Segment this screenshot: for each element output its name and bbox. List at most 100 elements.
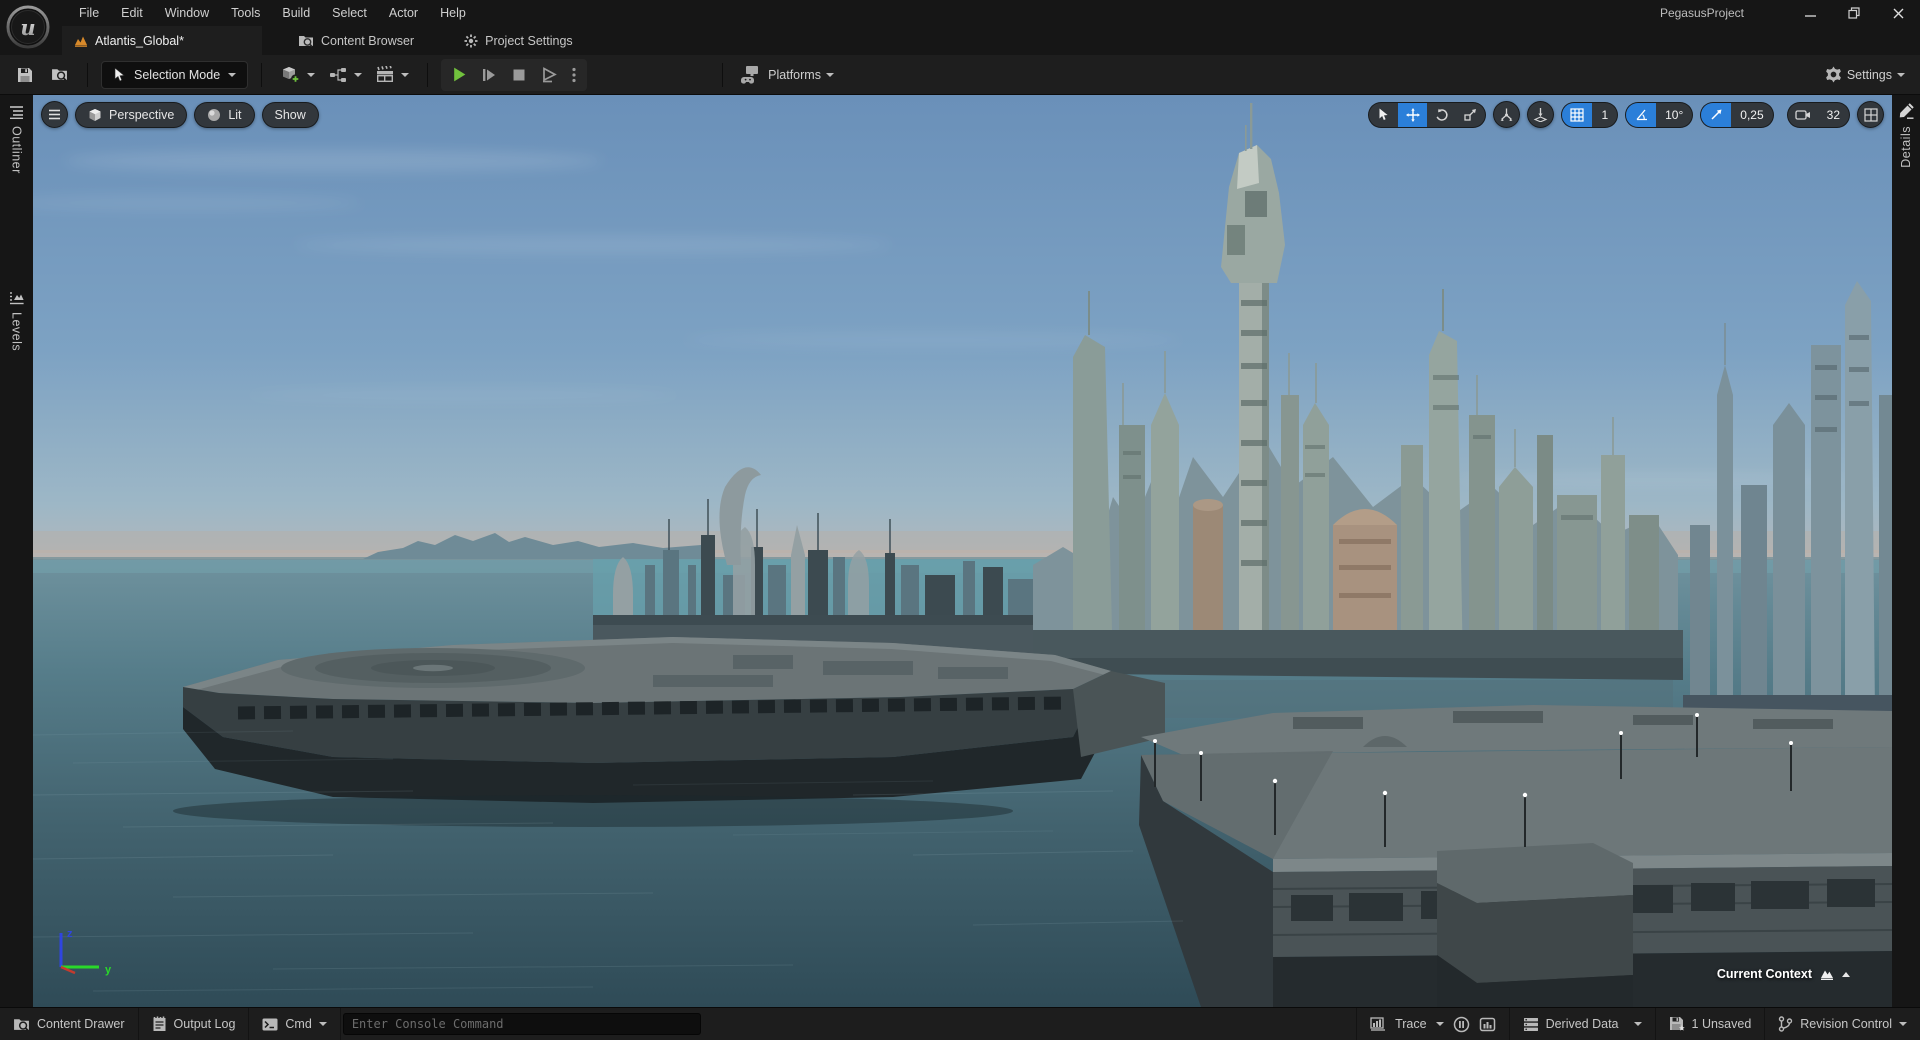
grid-snap-value: 1 [1601,107,1609,122]
viewport-toolbar: Perspective Lit Show 1 10° 0,25 32 [41,101,1884,128]
camera-speed-control[interactable]: 32 [1786,101,1850,128]
menu-help[interactable]: Help [429,1,477,25]
menu-actor[interactable]: Actor [378,1,429,25]
move-tool-button[interactable] [1398,102,1428,127]
toolbar-separator [87,62,88,87]
chevron-down-icon [1633,1022,1642,1026]
insights-session-icon[interactable] [1453,1016,1470,1033]
trace-label[interactable]: Trace [1395,1017,1427,1031]
play-button[interactable] [445,61,473,89]
minimize-button[interactable] [1788,0,1832,26]
close-icon [1893,8,1903,18]
level-viewport[interactable]: Perspective Lit Show 1 10° 0,25 32 Curre… [33,95,1892,1007]
toolbar-separator [722,62,724,87]
tab-content-browser[interactable]: Content Browser [284,26,428,55]
maximize-viewport-button[interactable] [1857,101,1884,128]
svg-text:u: u [20,15,35,40]
current-context-widget[interactable]: Current Context [1717,967,1850,981]
outliner-tab-label: Outliner [9,126,24,174]
trace-group: Trace [1356,1008,1509,1040]
context-levels-icon [1821,970,1833,980]
camera-perspective-dropdown[interactable]: Perspective [75,101,188,128]
window-title: PegasusProject [1659,6,1744,20]
console-command-input[interactable] [342,1013,701,1035]
unsaved-label: 1 Unsaved [1691,1017,1752,1031]
unsaved-save-icon [1669,1017,1685,1031]
grid-snap-icon [1562,102,1593,127]
stop-icon [513,69,525,80]
content-drawer-button[interactable]: Content Drawer [0,1008,139,1040]
stats-monitor-icon[interactable] [1479,1016,1496,1033]
toolbar-separator [261,62,263,87]
menu-window[interactable]: Window [154,1,220,25]
select-tool-button[interactable] [1369,103,1398,127]
camera-speed-icon [1788,103,1818,127]
play-icon [453,67,466,82]
rotation-snap-control[interactable]: 10° [1625,101,1694,128]
add-actor-dropdown[interactable] [275,60,320,90]
cmd-dropdown[interactable]: Cmd [249,1008,341,1040]
menu-file[interactable]: File [68,1,110,25]
content-drawer-label: Content Drawer [37,1017,125,1031]
view-mode-dropdown[interactable]: Lit [194,101,255,128]
chevron-down-icon [307,72,316,77]
menu-build[interactable]: Build [271,1,321,25]
platforms-dropdown[interactable]: Platforms [736,60,839,90]
level-asset-icon [75,36,87,47]
gear-icon [1825,66,1841,83]
sidebar-tab-levels[interactable]: Levels [0,291,33,351]
camera-speed-value: 32 [1826,107,1840,122]
launch-icon [542,66,557,82]
menu-select[interactable]: Select [321,1,378,25]
revision-control-dropdown[interactable]: Revision Control [1764,1008,1920,1040]
derived-data-dropdown[interactable]: Derived Data [1508,1008,1655,1040]
scale-snap-icon [1701,102,1732,127]
sidebar-tab-details[interactable]: Details [1892,103,1920,168]
cinematics-dropdown[interactable] [371,60,414,90]
scale-tool-button[interactable] [1456,103,1485,127]
axis-y-label: y [105,964,112,976]
sidebar-tab-outliner[interactable]: Outliner [0,105,33,174]
asset-tab-bar: Atlantis_Global* Content Browser Project… [0,26,1920,55]
content-browser-icon [299,35,313,47]
output-log-button[interactable]: Output Log [139,1008,250,1040]
rotate-tool-button[interactable] [1427,103,1456,127]
browse-content-button[interactable] [44,60,74,90]
clapperboard-icon [377,66,394,82]
cursor-icon [114,67,125,81]
scale-snap-control[interactable]: 0,25 [1700,101,1774,128]
blueprint-graph-icon [330,67,347,82]
grid-snap-control[interactable]: 1 [1561,101,1619,128]
chevron-down-icon [401,72,410,77]
show-flags-dropdown[interactable]: Show [261,101,319,128]
unsaved-changes-button[interactable]: 1 Unsaved [1654,1008,1765,1040]
tab-project-settings[interactable]: Project Settings [450,26,587,55]
stop-button[interactable] [505,61,533,89]
launch-button[interactable] [535,61,563,89]
viewport-options-button[interactable] [41,101,68,128]
tab-label: Atlantis_Global* [95,33,184,48]
toolbar-separator [427,62,429,87]
trace-icon [1370,1017,1386,1031]
frame-skip-button[interactable] [475,61,503,89]
selection-mode-dropdown[interactable]: Selection Mode [101,60,249,89]
close-button[interactable] [1876,0,1920,26]
perspective-cube-icon [89,108,101,121]
save-button[interactable] [10,60,40,90]
restore-button[interactable] [1832,0,1876,26]
settings-dropdown[interactable]: Settings [1820,60,1910,90]
world-local-gizmo-button[interactable] [1493,101,1521,128]
play-options-kebab[interactable] [565,61,583,89]
tab-level-atlantis-global[interactable]: Atlantis_Global* [62,26,262,55]
scale-icon [1464,109,1477,121]
right-panel-strip: Details [1892,95,1920,1007]
menu-tools[interactable]: Tools [220,1,271,25]
revision-control-branch-icon [1779,1016,1793,1032]
chevron-down-icon [228,72,237,77]
surface-snapping-button[interactable] [1527,101,1555,128]
menu-edit[interactable]: Edit [110,1,154,25]
add-cube-icon [283,66,301,84]
blueprints-dropdown[interactable] [324,60,367,90]
levels-icon [10,292,24,305]
selection-mode-label: Selection Mode [134,67,221,82]
